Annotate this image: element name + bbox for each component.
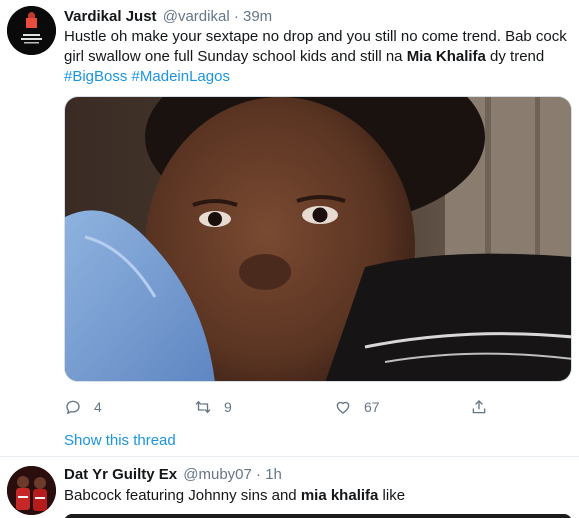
- separator-dot: ·: [233, 8, 239, 25]
- tweet-header: Dat Yr Guilty Ex @muby07 · 1h: [64, 465, 282, 485]
- tweet-card[interactable]: Vardikal Just @vardikal · 39m Hustle oh …: [0, 0, 579, 457]
- reply-count: 4: [94, 399, 102, 415]
- retweet-count: 9: [224, 399, 232, 415]
- display-name[interactable]: Dat Yr Guilty Ex: [64, 466, 177, 483]
- display-name[interactable]: Vardikal Just: [64, 8, 157, 25]
- tweet-header: Vardikal Just @vardikal · 39m: [64, 7, 272, 27]
- show-thread-link[interactable]: Show this thread: [64, 432, 176, 450]
- timestamp[interactable]: 39m: [243, 8, 272, 25]
- tweet-text: Babcock featuring Johnny sins and mia kh…: [64, 486, 572, 506]
- hashtags: #BigBoss #MadeinLagos: [64, 67, 230, 87]
- like-button[interactable]: 67: [334, 396, 380, 418]
- hashtag-link[interactable]: #BigBoss: [64, 68, 127, 85]
- heart-icon: [336, 401, 350, 414]
- tweet-text-part: Babcock featuring Johnny sins and: [64, 487, 301, 504]
- highlighted-keyword: mia khalifa: [300, 487, 379, 504]
- reply-icon: [66, 400, 80, 415]
- user-handle[interactable]: @vardikal: [163, 8, 230, 25]
- timestamp[interactable]: 1h: [265, 466, 282, 483]
- tweet-text-part: dy trend: [485, 48, 545, 65]
- user-handle[interactable]: @muby07: [183, 466, 252, 483]
- retweet-icon: [195, 400, 211, 414]
- share-icon: [472, 400, 486, 414]
- tweet-image[interactable]: [64, 96, 572, 382]
- avatar[interactable]: [7, 466, 56, 515]
- highlighted-keyword: Mia Khalifa: [406, 48, 486, 65]
- reply-button[interactable]: 4: [64, 396, 102, 418]
- separator-dot: ·: [256, 466, 262, 483]
- share-button[interactable]: [470, 396, 488, 418]
- like-count: 67: [364, 399, 380, 415]
- retweet-button[interactable]: 9: [194, 396, 232, 418]
- hashtag-link[interactable]: #MadeinLagos: [132, 68, 230, 85]
- avatar[interactable]: [7, 6, 56, 55]
- tweet-text: Hustle oh make your sextape no drop and …: [64, 27, 572, 67]
- tweet-text-part: like: [378, 487, 406, 504]
- tweet-image[interactable]: [64, 514, 572, 518]
- tweet-actions: 4 9 67: [64, 396, 524, 418]
